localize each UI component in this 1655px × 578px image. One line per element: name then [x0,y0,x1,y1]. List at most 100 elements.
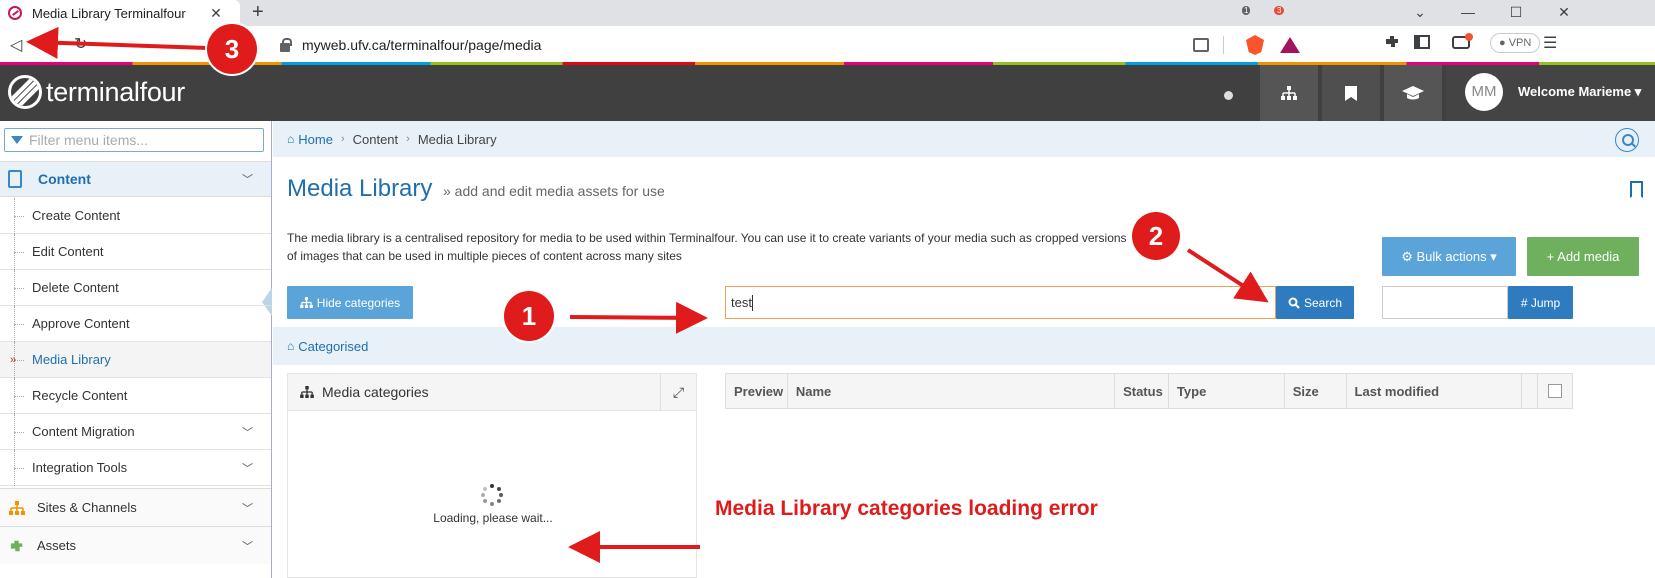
app-header: terminalfour MM Welcome Marieme ▾ [0,65,1655,121]
logo-text: terminalfour [46,77,185,107]
reload-icon[interactable]: ↻ [74,34,87,54]
browser-menu-icon[interactable]: ☰ [1543,33,1557,53]
chevron-down-icon[interactable]: ⌄ [1400,0,1440,26]
sitemap-icon [9,500,25,515]
sidebar-item-label: Media Library [32,352,111,367]
search-button[interactable]: Search [1276,286,1354,319]
jump-button[interactable]: # Jump [1508,286,1573,319]
avatar[interactable]: MM [1465,73,1503,111]
tab-close-icon[interactable]: ✕ [206,5,226,22]
sidebar-item-label: Delete Content [32,280,119,295]
document-icon [8,170,22,188]
brave-rewards-icon[interactable] [1280,37,1300,53]
extensions-icon[interactable] [1383,33,1401,51]
sidebar: Filter menu items... Content ﹀ Create Co… [0,121,272,578]
sidebar-item-media-library[interactable]: » Media Library [0,342,271,378]
categorised-link[interactable]: Categorised [298,339,368,354]
sidebar-item-label: Integration Tools [32,460,128,475]
bookmarks-button[interactable] [1322,65,1380,121]
chevron-down-icon: ﹀ [242,540,253,553]
bookmark-filled-icon [1345,85,1357,101]
filter-menu-input[interactable]: Filter menu items... [4,128,264,152]
address-bar[interactable]: myweb.ufv.ca/terminalfour/page/media [270,31,1300,59]
sidebar-item-delete-content[interactable]: Delete Content [0,270,271,306]
learning-button[interactable] [1384,65,1442,121]
annotation-error-text: Media Library categories loading error [715,497,1098,520]
media-table-header: Preview Name Status Type Size Last modif… [725,373,1573,409]
url-text: myweb.ufv.ca/terminalfour/page/media [302,37,542,53]
search-icon [1288,297,1300,309]
brave-shields-icon[interactable] [1246,35,1264,55]
sidebar-group-label: Sites & Channels [37,500,137,515]
chevron-down-icon: ﹀ [242,174,253,186]
column-type[interactable]: Type [1169,374,1285,408]
sitemap-icon [1281,86,1297,100]
sitemap-icon [300,386,314,398]
loading-spinner-icon [481,484,503,506]
column-name[interactable]: Name [788,374,1116,408]
close-window-icon[interactable]: ✕ [1544,0,1584,26]
chevron-down-icon: ﹀ [242,502,253,515]
minimize-icon[interactable]: — [1448,0,1488,26]
sidebar-section-content[interactable]: Content ﹀ [0,161,271,197]
text-cursor [751,294,753,311]
filter-icon [11,136,23,144]
expand-icon[interactable]: ⤢ [660,374,696,411]
categorised-bar: ⌂ Categorised [273,327,1655,365]
search-button-label: Search [1303,295,1343,310]
sidebar-group-assets[interactable]: Assets ﹀ [0,526,271,564]
select-all-checkbox[interactable] [1538,374,1572,408]
puzzle-icon [10,540,23,551]
browser-tabstrip: Media Library Terminalfour ✕ + ⌄ — ☐ ✕ [0,0,1655,26]
filter-placeholder: Filter menu items... [29,132,149,148]
home-icon: ⌂ [287,339,295,353]
screenshot-root: Media Library Terminalfour ✕ + ⌄ — ☐ ✕ ◁… [0,0,1655,578]
wallet-icon[interactable] [1452,33,1473,51]
column-size[interactable]: Size [1285,374,1347,408]
status-dot [1224,91,1233,100]
sitemap-button[interactable] [1260,65,1318,121]
checkbox-icon [1548,384,1563,398]
terminalfour-favicon-icon [8,6,22,20]
breadcrumb-home[interactable]: Home [298,132,333,147]
hide-categories-button[interactable]: Hide categories [287,286,413,319]
new-tab-button[interactable]: + [252,1,264,24]
breadcrumb-content[interactable]: Content [353,132,399,147]
bookmark-icon[interactable] [1630,181,1643,198]
loading-text: Loading, please wait... [433,511,553,525]
sidebar-item-label: Recycle Content [32,388,128,403]
breadcrumb: ⌂ Home › Content › Media Library [273,121,1655,157]
welcome-user-menu[interactable]: Welcome Marieme ▾ [1518,84,1641,100]
share-icon[interactable] [1193,38,1209,52]
breadcrumb-current: Media Library [417,131,497,147]
vpn-button[interactable]: ● VPN [1490,33,1541,53]
sidebar-item-edit-content[interactable]: Edit Content [0,234,271,270]
annotation-badge-3: 3 [207,24,257,74]
active-marker-icon: » [10,353,17,366]
sidebar-item-recycle-content[interactable]: Recycle Content [0,378,271,414]
maximize-icon[interactable]: ☐ [1496,0,1536,26]
jump-input[interactable] [1382,286,1508,319]
column-status[interactable]: Status [1115,374,1169,408]
back-icon[interactable]: ◁ [10,35,22,55]
hide-categories-label: Hide categories [316,295,401,310]
sidebar-group-sites-channels[interactable]: Sites & Channels ﹀ [0,488,271,526]
column-preview[interactable]: Preview [726,374,788,408]
chevron-down-icon: ﹀ [242,426,253,439]
sidebar-item-integration-tools[interactable]: Integration Tools ﹀ [0,450,271,486]
sidebar-item-label: Create Content [32,208,121,223]
sidebar-item-create-content[interactable]: Create Content [0,198,271,234]
sidebar-item-approve-content[interactable]: Approve Content [0,306,271,342]
media-search-input[interactable]: test [725,286,1276,319]
sidebar-toggle-icon[interactable] [1413,33,1431,51]
sidebar-item-content-migration[interactable]: Content Migration ﹀ [0,414,271,450]
annotation-badge-1: 1 [504,291,554,341]
sitemap-icon [300,297,313,308]
bulk-actions-button[interactable]: ⚙ Bulk actions ▾ [1382,237,1516,276]
sidebar-item-label: Content Migration [32,424,135,439]
sidebar-section-label: Content [38,171,91,187]
search-icon[interactable] [1615,128,1639,152]
add-media-button[interactable]: + Add media [1527,237,1639,276]
browser-tab[interactable]: Media Library Terminalfour ✕ [0,0,240,26]
column-last-modified[interactable]: Last modified [1347,374,1523,408]
